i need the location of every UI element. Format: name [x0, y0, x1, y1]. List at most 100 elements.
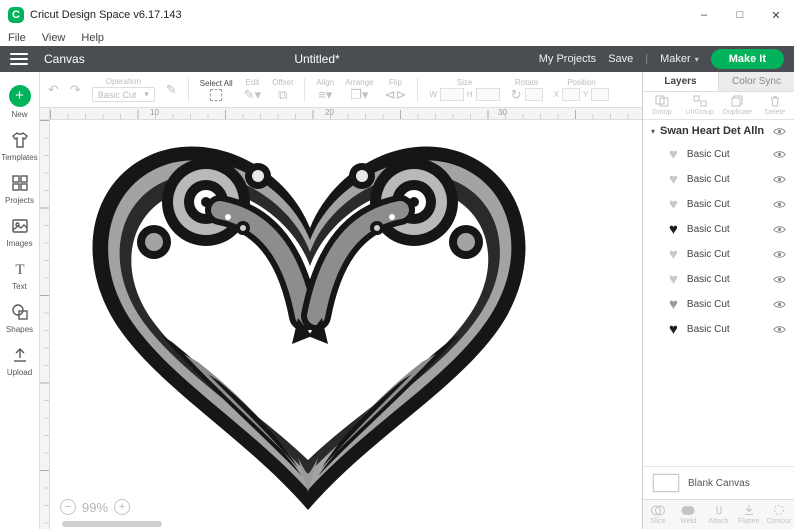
swan-heart-artwork[interactable] — [58, 124, 563, 516]
rotate-control[interactable]: Rotate ↻ — [511, 78, 543, 102]
hamburger-menu-icon[interactable] — [10, 53, 28, 65]
operation-dropdown[interactable]: Operation Basic Cut ▾ — [91, 77, 155, 102]
minimize-icon[interactable]: – — [686, 0, 722, 30]
align-dropdown[interactable]: Align ≡▾ — [316, 78, 334, 102]
eye-icon[interactable] — [773, 175, 786, 184]
height-input[interactable] — [475, 88, 500, 101]
layer-actions: Group UnGroup Duplicate Delete — [643, 92, 794, 120]
menu-file[interactable]: File — [8, 32, 26, 44]
flatten-button[interactable]: Flatten — [734, 500, 764, 529]
arrange-layers-icon: ❐▾ — [350, 86, 369, 102]
toolbar-divider — [417, 77, 419, 102]
close-icon[interactable]: ✕ — [758, 0, 794, 30]
layer-row[interactable]: ♥ Basic Cut — [643, 267, 794, 292]
tab-layers[interactable]: Layers — [643, 72, 718, 91]
edit-toolbar: ↶ ↷ Operation Basic Cut ▾ ✎ Select All E… — [40, 72, 642, 108]
sidebar-item-projects[interactable]: Projects — [0, 168, 39, 211]
maximize-icon[interactable]: □ — [722, 0, 758, 30]
horizontal-scrollbar[interactable] — [62, 521, 162, 527]
layer-label: Basic Cut — [686, 249, 730, 260]
layer-row[interactable]: ♥ Basic Cut — [643, 167, 794, 192]
x-input[interactable] — [561, 88, 580, 101]
save-link[interactable]: Save — [608, 53, 633, 65]
document-title: Untitled* — [294, 52, 340, 66]
layer-label: Basic Cut — [686, 149, 730, 160]
sidebar-item-new[interactable]: + New — [0, 80, 39, 125]
layer-row[interactable]: ♥ Basic Cut — [643, 317, 794, 342]
contour-button[interactable]: Contour — [764, 500, 794, 529]
layer-row[interactable]: ♥ Basic Cut — [643, 217, 794, 242]
eye-icon[interactable] — [773, 150, 786, 159]
sidebar-item-templates[interactable]: Templates — [0, 125, 39, 168]
eye-icon[interactable] — [773, 300, 786, 309]
toolbar-divider — [304, 77, 306, 102]
ungroup-icon — [693, 95, 707, 107]
cricut-logo-icon: C — [8, 7, 24, 23]
pen-swatch-icon[interactable]: ✎ — [166, 82, 177, 97]
layer-label: Basic Cut — [686, 324, 730, 335]
offset-icon: ⧉ — [278, 86, 288, 102]
menu-help[interactable]: Help — [81, 32, 104, 44]
layer-group-header[interactable]: ▾ Swan Heart Det Alln — [643, 120, 794, 142]
layer-row[interactable]: ♥ Basic Cut — [643, 192, 794, 217]
ungroup-button[interactable]: UnGroup — [681, 92, 719, 119]
zoom-out-icon[interactable]: − — [60, 499, 76, 515]
heart-thumbnail-icon: ♥ — [669, 271, 678, 288]
duplicate-button[interactable]: Duplicate — [719, 92, 757, 119]
tab-color-sync[interactable]: Color Sync — [718, 72, 794, 91]
machine-dropdown[interactable]: Maker ▾ — [660, 53, 699, 65]
width-input[interactable] — [439, 88, 464, 101]
flip-icon: ⊲⊳ — [384, 86, 407, 102]
y-input[interactable] — [591, 88, 610, 101]
menu-view[interactable]: View — [42, 32, 66, 44]
delete-button[interactable]: Delete — [756, 92, 794, 119]
design-canvas[interactable]: 10 20 30 − 99% + — [40, 108, 642, 529]
layer-row[interactable]: ♥ Basic Cut — [643, 242, 794, 267]
eye-icon[interactable] — [773, 127, 786, 136]
group-button[interactable]: Group — [643, 92, 681, 119]
zoom-level: 99% — [82, 499, 109, 515]
eye-icon[interactable] — [773, 275, 786, 284]
layer-group-name: Swan Heart Det Alln — [660, 125, 765, 137]
layer-label: Basic Cut — [686, 174, 730, 185]
attach-icon — [716, 505, 721, 515]
arrange-dropdown[interactable]: Arrange ❐▾ — [345, 78, 373, 102]
zoom-in-icon[interactable]: + — [114, 499, 131, 515]
layer-list: ▾ Swan Heart Det Alln ♥ Basic Cut ♥ Basi… — [643, 120, 794, 466]
chevron-down-icon[interactable]: ▾ — [651, 127, 655, 136]
app-header: Canvas Untitled* My Projects Save | Make… — [0, 46, 794, 72]
sidebar-item-images[interactable]: Images — [0, 211, 39, 254]
eye-icon[interactable] — [773, 250, 786, 259]
image-icon — [10, 216, 30, 236]
undo-icon[interactable]: ↶ — [48, 82, 59, 97]
panel-tabs: Layers Color Sync — [643, 72, 794, 92]
weld-button[interactable]: Weld — [673, 500, 703, 529]
edit-dropdown[interactable]: Edit ✎▾ — [244, 78, 261, 102]
heart-thumbnail-icon: ♥ — [669, 221, 678, 238]
canvas-color-swatch[interactable] — [653, 474, 679, 492]
rotate-input[interactable] — [524, 88, 543, 101]
eye-icon[interactable] — [773, 200, 786, 209]
attach-button[interactable]: Attach — [703, 500, 733, 529]
eye-icon[interactable] — [773, 325, 786, 334]
select-all-button[interactable]: Select All — [200, 79, 233, 101]
offset-button[interactable]: Offset ⧉ — [272, 78, 293, 102]
slice-button[interactable]: Slice — [643, 500, 673, 529]
flip-dropdown[interactable]: Flip ⊲⊳ — [385, 78, 407, 102]
ruler-corner — [40, 108, 50, 120]
layer-row[interactable]: ♥ Basic Cut — [643, 292, 794, 317]
operation-value: Basic Cut — [97, 89, 137, 100]
sidebar-item-text[interactable]: T Text — [0, 254, 39, 297]
boolean-toolbar: Slice Weld Attach Flatten Contour — [643, 499, 794, 529]
layers-panel: Layers Color Sync Group UnGroup Duplicat… — [642, 72, 794, 529]
redo-icon[interactable]: ↷ — [70, 82, 81, 97]
contour-icon — [773, 505, 784, 515]
vertical-ruler — [40, 120, 50, 529]
blank-canvas-row[interactable]: Blank Canvas — [643, 466, 794, 499]
layer-row[interactable]: ♥ Basic Cut — [643, 142, 794, 167]
eye-icon[interactable] — [773, 225, 786, 234]
sidebar-item-upload[interactable]: Upload — [0, 340, 39, 383]
make-it-button[interactable]: Make It — [710, 49, 784, 69]
sidebar-item-shapes[interactable]: Shapes — [0, 297, 39, 340]
my-projects-link[interactable]: My Projects — [539, 53, 596, 65]
